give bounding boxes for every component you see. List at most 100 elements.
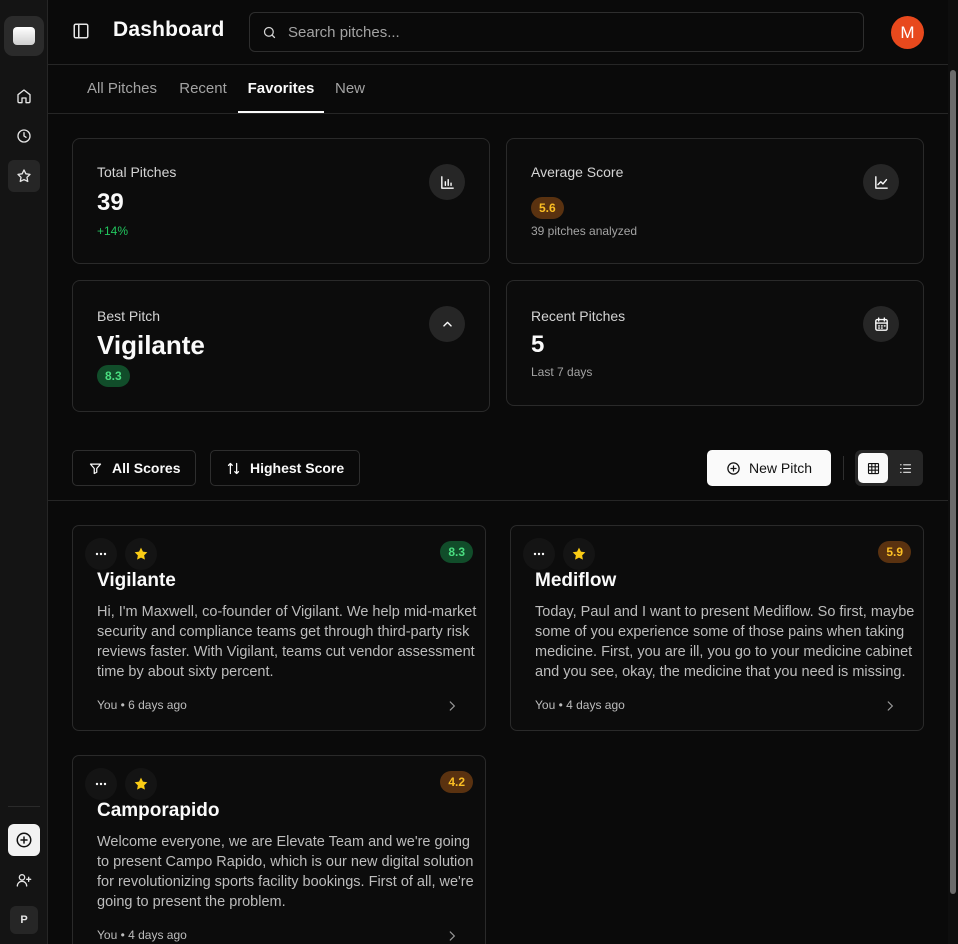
pitch-tabs: All Pitches Recent Favorites New: [48, 65, 948, 114]
stat-sub: 39 pitches analyzed: [531, 224, 638, 238]
tab-favorites[interactable]: Favorites: [238, 65, 324, 113]
sidebar-toggle-button[interactable]: [72, 22, 92, 42]
tab-new[interactable]: New: [330, 65, 370, 113]
list-view-button[interactable]: [890, 453, 920, 483]
total-pitches-card: Total Pitches 39 +14%: [72, 138, 490, 264]
search-box[interactable]: [249, 12, 864, 52]
chevron-up-icon: [442, 321, 452, 327]
user-avatar[interactable]: M: [891, 16, 924, 49]
user-plus-icon: [16, 874, 32, 887]
score-filter-button[interactable]: All Scores: [72, 450, 197, 486]
score-badge: 5.9: [878, 541, 911, 563]
more-horizontal-icon: [533, 552, 545, 556]
favorite-toggle[interactable]: [563, 538, 595, 570]
score-badge: 8.3: [97, 365, 130, 387]
tab-recent[interactable]: Recent: [174, 65, 232, 113]
pitch-title: Mediflow: [535, 570, 617, 591]
page-title: Dashboard: [113, 18, 225, 41]
scrollbar-thumb[interactable]: [950, 70, 956, 894]
collapse-button[interactable]: [429, 306, 465, 342]
sort-button[interactable]: Highest Score: [210, 450, 361, 486]
sort-icon: [227, 462, 240, 474]
favorite-toggle[interactable]: [125, 538, 157, 570]
chevron-right-icon: [449, 931, 456, 941]
stat-label: Total Pitches: [97, 164, 177, 180]
open-pitch-button[interactable]: [445, 928, 459, 942]
toolbar-divider: [843, 456, 844, 480]
plus-circle-icon: [16, 832, 32, 848]
stat-label: Recent Pitches: [531, 308, 626, 324]
filter-label: All Scores: [112, 460, 181, 476]
more-horizontal-icon: [95, 782, 107, 786]
stat-change: +14%: [97, 224, 129, 238]
star-filled-icon: [134, 547, 148, 560]
logo-mark: [13, 27, 35, 45]
pitch-card[interactable]: 8.3 Vigilante Hi, I'm Maxwell, co-founde…: [72, 525, 486, 731]
pitch-meta: You • 4 days ago: [97, 928, 187, 942]
stat-value: 5: [531, 331, 545, 358]
score-badge: 4.2: [440, 771, 473, 793]
grid-view-button[interactable]: [858, 453, 888, 483]
favorites-nav-button[interactable]: [8, 160, 40, 192]
more-horizontal-icon: [95, 552, 107, 556]
line-chart-icon: [874, 175, 888, 189]
stat-value: 39: [97, 189, 124, 216]
home-nav-button[interactable]: [8, 80, 40, 112]
open-pitch-button[interactable]: [883, 698, 897, 712]
favorite-toggle[interactable]: [125, 768, 157, 800]
pitch-card[interactable]: 5.9 Mediflow Today, Paul and I want to p…: [510, 525, 924, 731]
pitch-description: Welcome everyone, we are Elevate Team an…: [97, 834, 474, 910]
home-icon: [17, 89, 31, 104]
sort-label: Highest Score: [250, 460, 345, 476]
stat-icon-wrap: [863, 164, 899, 200]
add-button[interactable]: [8, 824, 40, 856]
chevron-right-icon: [887, 701, 894, 711]
app-logo[interactable]: [4, 16, 44, 56]
pitch-toolbar: All Scores Highest Score New Pitch: [48, 434, 948, 501]
pitch-title: Camporapido: [97, 800, 220, 821]
star-icon: [17, 169, 31, 183]
stat-label: Average Score: [531, 164, 624, 180]
clock-icon: [17, 129, 31, 143]
recent-nav-button[interactable]: [8, 120, 40, 152]
grid-icon: [867, 462, 879, 474]
more-options-button[interactable]: [85, 768, 117, 800]
new-pitch-label: New Pitch: [748, 460, 813, 476]
average-score-card: Average Score 5.6 39 pitches analyzed: [506, 138, 924, 264]
best-pitch-card: Best Pitch Vigilante 8.3: [72, 280, 490, 412]
stat-icon-wrap: [429, 164, 465, 200]
pitch-description: Hi, I'm Maxwell, co-founder of Vigilant.…: [97, 604, 477, 680]
pitch-meta: You • 6 days ago: [97, 698, 187, 712]
rail-divider: [8, 806, 40, 807]
search-icon: [263, 26, 276, 39]
calendar-icon: [874, 316, 888, 331]
stat-icon-wrap: [863, 306, 899, 342]
score-badge: 8.3: [440, 541, 473, 563]
list-icon: [899, 463, 911, 473]
more-options-button[interactable]: [523, 538, 555, 570]
invite-user-button[interactable]: [8, 864, 40, 896]
best-pitch-name: Vigilante: [97, 330, 205, 360]
score-badge: 5.6: [531, 197, 564, 219]
tab-all-pitches[interactable]: All Pitches: [80, 65, 164, 113]
stat-label: Best Pitch: [97, 308, 161, 324]
view-toggle: [855, 450, 923, 486]
search-input[interactable]: [288, 13, 848, 51]
star-filled-icon: [572, 547, 586, 560]
pitch-title: Vigilante: [97, 570, 176, 591]
pitch-card[interactable]: 4.2 Camporapido Welcome everyone, we are…: [72, 755, 486, 944]
app-rail: P: [0, 0, 48, 944]
plus-circle-icon: [727, 461, 740, 475]
workspace-switcher[interactable]: P: [10, 906, 38, 934]
stat-sub: Last 7 days: [531, 365, 593, 379]
recent-pitches-card: Recent Pitches 5 Last 7 days: [506, 280, 924, 406]
top-header: Dashboard M: [48, 0, 948, 65]
new-pitch-button[interactable]: New Pitch: [707, 450, 831, 486]
open-pitch-button[interactable]: [445, 698, 459, 712]
pitch-meta: You • 4 days ago: [535, 698, 625, 712]
bar-chart-icon: [440, 175, 454, 189]
panel-left-icon: [73, 23, 89, 39]
page-scrollbar[interactable]: [948, 0, 958, 944]
more-options-button[interactable]: [85, 538, 117, 570]
chevron-right-icon: [449, 701, 456, 711]
